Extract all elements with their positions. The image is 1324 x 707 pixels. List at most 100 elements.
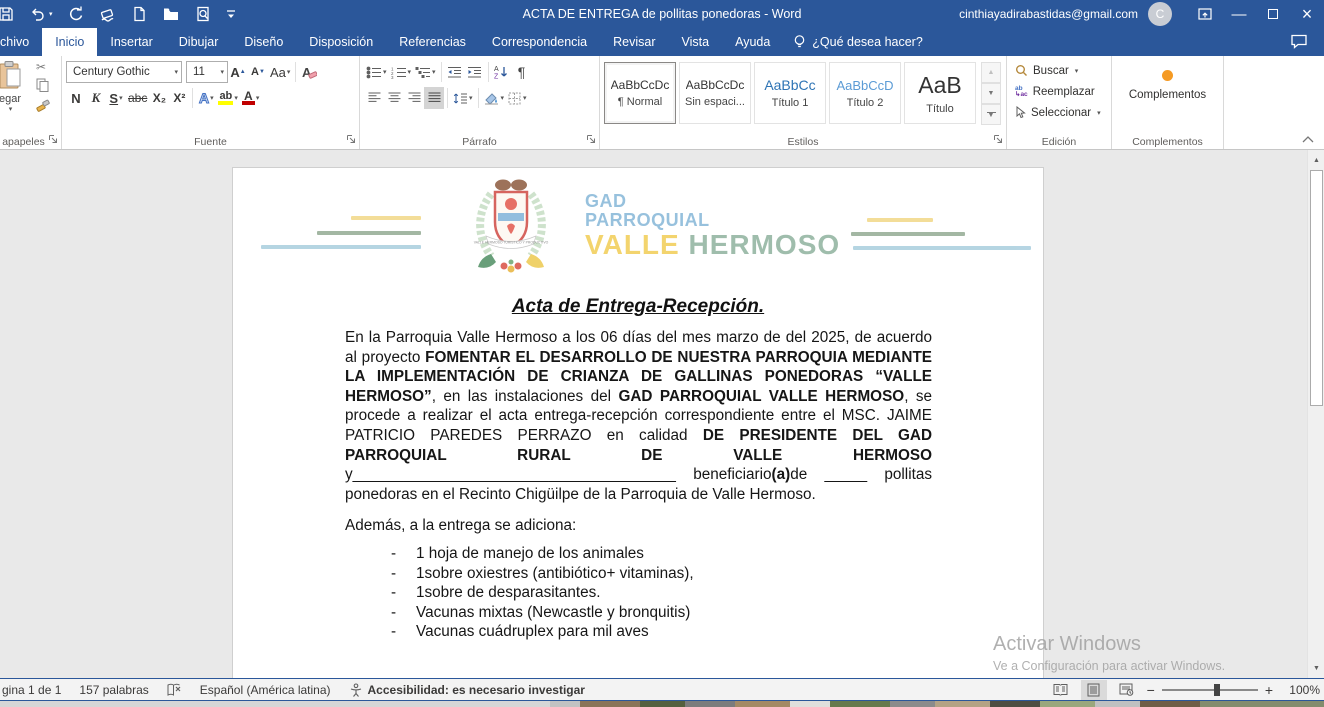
- tab-archivo[interactable]: chivo: [0, 28, 42, 56]
- dialog-launcher-icon[interactable]: [993, 134, 1003, 147]
- zoom-level[interactable]: 100%: [1280, 683, 1320, 697]
- superscript-button[interactable]: X²: [169, 87, 189, 109]
- dialog-launcher-icon[interactable]: [346, 134, 356, 147]
- change-case-button[interactable]: Aa▾: [268, 61, 292, 83]
- read-mode-icon[interactable]: [1048, 680, 1074, 700]
- tell-me-box[interactable]: ¿Qué desea hacer?: [783, 28, 933, 56]
- subscript-button[interactable]: X₂: [149, 87, 169, 109]
- dialog-launcher-icon[interactable]: [48, 134, 58, 147]
- replace-button[interactable]: ab↳ac Reemplazar: [1015, 81, 1107, 102]
- justify-button[interactable]: [424, 87, 444, 109]
- format-painter-icon[interactable]: [36, 99, 50, 115]
- addin-icon: [1162, 70, 1173, 81]
- complementos-button[interactable]: Complementos: [1116, 60, 1219, 101]
- styles-scroll-down-icon[interactable]: ▼: [981, 83, 1001, 104]
- tab-disposicion[interactable]: Disposición: [296, 28, 386, 56]
- shrink-font-button[interactable]: A▼: [248, 61, 268, 83]
- show-paragraph-marks-button[interactable]: ¶: [512, 61, 532, 83]
- minimize-button[interactable]: —: [1222, 0, 1256, 28]
- avatar[interactable]: C: [1148, 2, 1172, 26]
- find-button[interactable]: Buscar ▾: [1015, 60, 1107, 81]
- redo-icon[interactable]: [68, 6, 84, 22]
- comments-icon[interactable]: [1290, 33, 1308, 52]
- align-left-button[interactable]: [364, 87, 384, 109]
- tab-inicio[interactable]: Inicio: [42, 28, 97, 56]
- style-sin-espaciado[interactable]: AaBbCcDc Sin espaci...: [679, 62, 751, 124]
- dialog-launcher-icon[interactable]: [586, 134, 596, 147]
- eraser-icon[interactable]: [99, 6, 116, 22]
- font-color-button[interactable]: A ▾: [240, 87, 262, 109]
- tab-revisar[interactable]: Revisar: [600, 28, 668, 56]
- bullets-button[interactable]: ▾: [364, 61, 389, 83]
- select-label: Seleccionar: [1031, 107, 1091, 119]
- select-button[interactable]: Seleccionar ▾: [1015, 102, 1107, 123]
- ribbon-display-options-icon[interactable]: [1188, 0, 1222, 28]
- zoom-slider[interactable]: [1162, 689, 1258, 691]
- style-titulo-2[interactable]: AaBbCcD Título 2: [829, 62, 901, 124]
- paste-button[interactable]: egar ▾: [0, 60, 32, 113]
- styles-more-icon[interactable]: ▼: [981, 104, 1001, 125]
- tab-ayuda[interactable]: Ayuda: [722, 28, 783, 56]
- new-document-icon[interactable]: [131, 6, 147, 22]
- tab-dibujar[interactable]: Dibujar: [166, 28, 232, 56]
- tab-vista[interactable]: Vista: [669, 28, 723, 56]
- undo-caret-icon[interactable]: ▾: [49, 10, 53, 18]
- save-icon[interactable]: [0, 6, 14, 22]
- word-count[interactable]: 157 palabras: [70, 679, 157, 700]
- decrease-indent-button[interactable]: [445, 61, 465, 83]
- style-titulo[interactable]: AaB Título: [904, 62, 976, 124]
- italic-button[interactable]: K: [86, 87, 106, 109]
- tab-referencias[interactable]: Referencias: [386, 28, 479, 56]
- grow-font-button[interactable]: A▲: [228, 61, 248, 83]
- multilevel-list-button[interactable]: ▾: [413, 61, 438, 83]
- close-button[interactable]: ×: [1290, 0, 1324, 28]
- vertical-scrollbar[interactable]: ▲ ▼: [1307, 150, 1324, 678]
- strikethrough-button[interactable]: abc: [126, 87, 149, 109]
- print-preview-icon[interactable]: [195, 6, 211, 22]
- text-effects-button[interactable]: A▾: [196, 87, 216, 109]
- accessibility-status[interactable]: Accesibilidad: es necesario investigar: [340, 679, 594, 700]
- align-center-button[interactable]: [384, 87, 404, 109]
- bold-button[interactable]: N: [66, 87, 86, 109]
- zoom-slider-thumb[interactable]: [1214, 684, 1220, 696]
- logo-image[interactable]: VALLE HERMOSO TURISTICO Y PRODUCTIVO GAD…: [233, 174, 1043, 292]
- shading-button[interactable]: ▾: [482, 87, 507, 109]
- maximize-button[interactable]: [1256, 0, 1290, 28]
- undo-icon[interactable]: ▾: [29, 6, 53, 22]
- tab-insertar[interactable]: Insertar: [97, 28, 165, 56]
- borders-button[interactable]: ▾: [506, 87, 529, 109]
- zoom-out-button[interactable]: −: [1147, 682, 1155, 698]
- numbering-button[interactable]: 123▾: [389, 61, 414, 83]
- clear-formatting-button[interactable]: A: [299, 61, 319, 83]
- print-layout-icon[interactable]: [1081, 680, 1107, 700]
- tab-correspondencia[interactable]: Correspondencia: [479, 28, 600, 56]
- copy-icon[interactable]: [36, 78, 50, 95]
- style-titulo-1[interactable]: AaBbCc Título 1: [754, 62, 826, 124]
- line-spacing-button[interactable]: ▾: [451, 87, 475, 109]
- proofing-errors-icon[interactable]: [158, 679, 191, 700]
- account-email[interactable]: cinthiayadirabastidas@gmail.com: [959, 7, 1138, 21]
- font-size-combo[interactable]: 11 ▾: [186, 61, 228, 83]
- document-page[interactable]: VALLE HERMOSO TURISTICO Y PRODUCTIVO GAD…: [232, 167, 1044, 678]
- tab-diseno[interactable]: Diseño: [231, 28, 296, 56]
- language-indicator[interactable]: Español (América latina): [191, 679, 340, 700]
- underline-button[interactable]: S▾: [106, 87, 126, 109]
- scrollbar-thumb[interactable]: [1310, 170, 1323, 406]
- scroll-up-icon[interactable]: ▲: [1309, 152, 1324, 168]
- increase-indent-button[interactable]: [465, 61, 485, 83]
- style-normal[interactable]: AaBbCcDc ¶ Normal: [604, 62, 676, 124]
- zoom-in-button[interactable]: +: [1265, 682, 1273, 698]
- styles-scroll-up-icon[interactable]: ▲: [981, 62, 1001, 83]
- align-right-button[interactable]: [404, 87, 424, 109]
- highlight-button[interactable]: ab ▾: [216, 87, 240, 109]
- paste-caret-icon[interactable]: ▾: [0, 105, 32, 113]
- collapse-ribbon-icon[interactable]: [1302, 134, 1314, 146]
- sort-button[interactable]: AZ: [492, 61, 512, 83]
- cut-icon[interactable]: ✂: [36, 60, 50, 74]
- web-layout-icon[interactable]: [1114, 680, 1140, 700]
- scroll-down-icon[interactable]: ▼: [1309, 660, 1324, 676]
- font-name-combo[interactable]: Century Gothic ▾: [66, 61, 182, 83]
- open-folder-icon[interactable]: [162, 6, 180, 22]
- qat-customize-icon[interactable]: [226, 8, 236, 20]
- page-indicator[interactable]: gina 1 de 1: [0, 679, 70, 700]
